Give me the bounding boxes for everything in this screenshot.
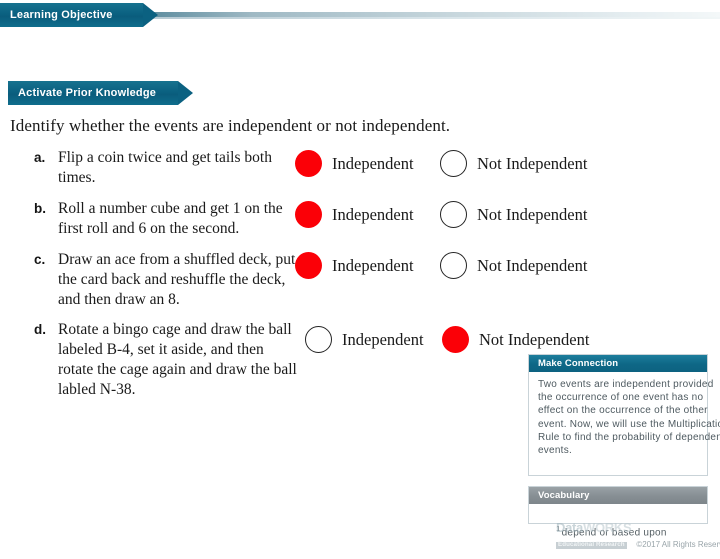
dataworks-logo: DataWORKS Educational Research bbox=[556, 520, 632, 550]
banner-activate-prior-knowledge: Activate Prior Knowledge bbox=[8, 81, 193, 105]
radio-unselected-icon[interactable] bbox=[305, 326, 332, 353]
option-independent-c[interactable]: Independent bbox=[295, 252, 414, 279]
option-label-not-independent: Not Independent bbox=[477, 204, 588, 224]
slide-canvas: Learning Objective Activate Prior Knowle… bbox=[0, 0, 720, 549]
option-independent-b[interactable]: Independent bbox=[295, 201, 414, 228]
vocabulary-title: Vocabulary bbox=[529, 487, 707, 504]
question-body-b: Roll a number cube and get 1 on the firs… bbox=[58, 200, 283, 237]
banner-learning-objective-label: Learning Objective bbox=[10, 9, 113, 21]
question-label-c: c. bbox=[34, 252, 46, 267]
make-connection-box: Make Connection Two events are independe… bbox=[528, 354, 720, 476]
option-label-independent: Independent bbox=[332, 204, 414, 224]
option-label-independent: Independent bbox=[332, 255, 414, 275]
radio-selected-icon[interactable] bbox=[295, 201, 322, 228]
option-label-not-independent: Not Independent bbox=[477, 255, 588, 275]
dataworks-logo-tagline: Educational Research bbox=[556, 541, 627, 549]
copyright-text: ©2017 All Rights Reserved bbox=[636, 540, 720, 549]
vocabulary-box: Vocabulary 1depend or based upon bbox=[528, 486, 708, 539]
banner-learning-objective: Learning Objective bbox=[0, 3, 158, 27]
option-label-not-independent: Not Independent bbox=[479, 329, 590, 349]
option-independent-a[interactable]: Independent bbox=[295, 150, 414, 177]
radio-unselected-icon[interactable] bbox=[440, 252, 467, 279]
learning-objective-rule-shadow bbox=[150, 17, 720, 19]
logo-data-part: Data bbox=[556, 520, 583, 535]
option-not-independent-b[interactable]: Not Independent bbox=[440, 201, 587, 228]
question-body-d: Rotate a bingo cage and draw the ball la… bbox=[58, 321, 297, 398]
radio-selected-icon[interactable] bbox=[295, 150, 322, 177]
option-label-independent: Independent bbox=[342, 329, 424, 349]
option-label-not-independent: Not Independent bbox=[477, 153, 588, 173]
logo-works-part: WORKS bbox=[582, 520, 632, 535]
make-connection-body: Two events are independent provided the … bbox=[538, 379, 720, 457]
question-label-d: d. bbox=[34, 322, 46, 337]
radio-unselected-icon[interactable] bbox=[440, 201, 467, 228]
question-body-a: Flip a coin twice and get tails both tim… bbox=[58, 149, 272, 186]
radio-unselected-icon[interactable] bbox=[440, 150, 467, 177]
chevron-right-icon bbox=[143, 3, 158, 27]
option-not-independent-d[interactable]: Not Independent bbox=[442, 326, 589, 353]
radio-selected-icon[interactable] bbox=[295, 252, 322, 279]
question-label-b: b. bbox=[34, 201, 46, 216]
option-not-independent-c[interactable]: Not Independent bbox=[440, 252, 587, 279]
chevron-right-icon bbox=[178, 81, 193, 105]
dataworks-logo-wordmark: DataWORKS bbox=[556, 520, 632, 535]
make-connection-title: Make Connection bbox=[529, 355, 707, 372]
question-body-c: Draw an ace from a shuffled deck, put th… bbox=[58, 251, 296, 308]
banner-activate-prior-knowledge-label: Activate Prior Knowledge bbox=[18, 87, 157, 99]
worksheet-prompt: Identify whether the events are independ… bbox=[10, 116, 451, 135]
option-independent-d[interactable]: Independent bbox=[305, 326, 424, 353]
option-not-independent-a[interactable]: Not Independent bbox=[440, 150, 587, 177]
question-label-a: a. bbox=[34, 150, 46, 165]
radio-selected-icon[interactable] bbox=[442, 326, 469, 353]
option-label-independent: Independent bbox=[332, 153, 414, 173]
footer: DataWORKS Educational Research ©2017 All… bbox=[556, 521, 720, 550]
